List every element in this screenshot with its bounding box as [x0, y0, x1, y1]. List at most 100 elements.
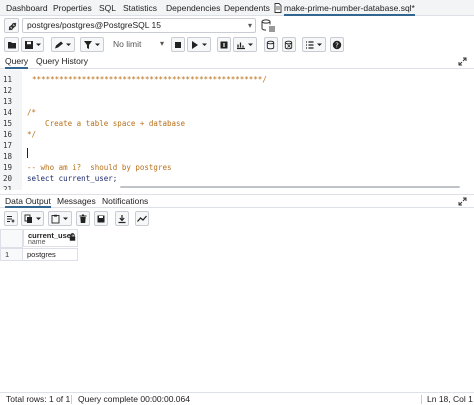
file-icon: [274, 3, 282, 13]
pencil-icon: [55, 41, 71, 48]
tab-query[interactable]: Query: [5, 55, 29, 69]
paste-button[interactable]: [48, 211, 72, 226]
line-number: 20: [3, 174, 13, 183]
save-data-button[interactable]: [94, 211, 108, 226]
connection-status-icon[interactable]: [4, 18, 19, 33]
editor-line: 11 *************************************…: [0, 74, 474, 85]
line-number: 17: [3, 141, 13, 150]
connection-label: postgres/postgres@PostgreSQL 15: [27, 20, 161, 30]
editor-line: 13: [0, 96, 474, 107]
explain-analyze-button[interactable]: [233, 37, 257, 52]
total-rows-text: Total rows: 1 of 1: [6, 394, 71, 404]
editor-line: 16 */: [0, 129, 474, 140]
macros-button[interactable]: [302, 37, 326, 52]
graph-visualiser-button[interactable]: [135, 211, 149, 226]
tab-dashboard[interactable]: Dashboard: [6, 0, 48, 16]
connection-select[interactable]: postgres/postgres@PostgreSQL 15 ▾: [22, 18, 256, 33]
chevron-down-icon: ▾: [247, 21, 252, 30]
editor-line: 17: [0, 140, 474, 151]
query-status-text: Query complete 00:00:00.064: [78, 394, 190, 404]
code-text: -- who am i? should by postgres: [27, 163, 172, 172]
editor-line: 12: [0, 85, 474, 96]
chevron-down-icon: ▾: [159, 39, 164, 48]
database-list-icon[interactable]: [260, 18, 276, 33]
status-bar: Total rows: 1 of 1 Query complete 00:00:…: [0, 392, 474, 405]
commit-button[interactable]: [264, 37, 278, 52]
code-text: ****************************************…: [23, 75, 267, 84]
row-number: 1: [0, 248, 23, 261]
paste-icon: [51, 214, 68, 223]
copy-icon: [24, 214, 41, 223]
tab-data-output[interactable]: Data Output: [5, 195, 51, 208]
line-number: 14: [3, 108, 13, 117]
save-icon: [24, 40, 41, 49]
cursor-position-text: Ln 18, Col 1: [427, 394, 473, 404]
stop-icon: [175, 41, 181, 48]
cell-current-user[interactable]: postgres: [23, 248, 78, 261]
horizontal-scrollbar[interactable]: [120, 186, 460, 188]
tab-sql[interactable]: SQL: [99, 0, 116, 16]
rollback-icon: [284, 40, 293, 49]
code-text: Create a table space + database: [27, 119, 186, 128]
top-tab-bar: Dashboard Properties SQL Statistics Depe…: [0, 0, 474, 16]
rollback-button[interactable]: [282, 37, 296, 52]
connection-bar: postgres/postgres@PostgreSQL 15 ▾: [0, 17, 474, 35]
copy-button[interactable]: [21, 211, 44, 226]
expand-icon[interactable]: [458, 197, 467, 206]
explain-button[interactable]: [217, 37, 231, 52]
line-number: 12: [3, 86, 13, 95]
editor-line: 20 select current_user;: [0, 173, 474, 184]
tab-dependents[interactable]: Dependents: [224, 0, 270, 16]
results-tab-bar: Data Output Messages Notifications: [0, 194, 474, 208]
tab-properties[interactable]: Properties: [53, 0, 92, 16]
add-row-button[interactable]: [4, 211, 18, 226]
line-number: 18: [3, 152, 13, 161]
list-icon: [306, 40, 322, 49]
help-button[interactable]: ?: [330, 37, 344, 52]
download-icon: [118, 214, 126, 223]
save-data-icon: [97, 215, 105, 222]
line-chart-icon: [137, 215, 147, 222]
code-text: */: [27, 130, 37, 139]
add-row-icon: [7, 215, 15, 222]
expand-icon[interactable]: [458, 57, 467, 66]
code-text: select current_user;: [27, 174, 118, 183]
table-row[interactable]: 1 postgres: [0, 248, 78, 261]
folder-icon: [7, 41, 16, 48]
edit-button[interactable]: [51, 37, 75, 52]
code-text: /*: [27, 108, 37, 117]
column-header[interactable]: current_user name: [23, 229, 78, 247]
status-divider: [421, 395, 422, 404]
row-limit-label: No limit: [113, 39, 142, 49]
stop-button[interactable]: [171, 37, 185, 52]
text-cursor: [27, 148, 28, 158]
line-number: 21: [3, 185, 13, 190]
tab-dependencies[interactable]: Dependencies: [166, 0, 220, 16]
download-button[interactable]: [115, 211, 129, 226]
editor-line: 14 /*: [0, 107, 474, 118]
open-file-button[interactable]: [4, 37, 19, 52]
tab-query-history[interactable]: Query History: [36, 55, 88, 69]
explain-icon: [220, 41, 228, 48]
tab-notifications[interactable]: Notifications: [102, 195, 148, 208]
line-number: 13: [3, 97, 13, 106]
sql-editor[interactable]: 11 *************************************…: [0, 70, 474, 190]
filter-icon: [84, 40, 100, 49]
tab-statistics[interactable]: Statistics: [123, 0, 157, 16]
trash-icon: [79, 214, 87, 223]
editor-line: 18: [0, 151, 474, 162]
execute-button[interactable]: [187, 37, 211, 52]
editor-line: 19 -- who am i? should by postgres: [0, 162, 474, 173]
commit-icon: [266, 40, 275, 49]
row-limit-select[interactable]: No limit ▾: [108, 37, 166, 52]
tab-messages[interactable]: Messages: [57, 195, 96, 208]
line-number: 15: [3, 119, 13, 128]
line-number: 11: [3, 75, 13, 84]
results-toolbar: [0, 210, 474, 227]
filter-button[interactable]: [80, 37, 104, 52]
delete-button[interactable]: [76, 211, 90, 226]
line-number: 16: [3, 130, 13, 139]
save-file-button[interactable]: [21, 37, 44, 52]
tab-query-file[interactable]: make-prime-number-database.sql*: [284, 0, 415, 16]
status-divider: [71, 395, 72, 404]
